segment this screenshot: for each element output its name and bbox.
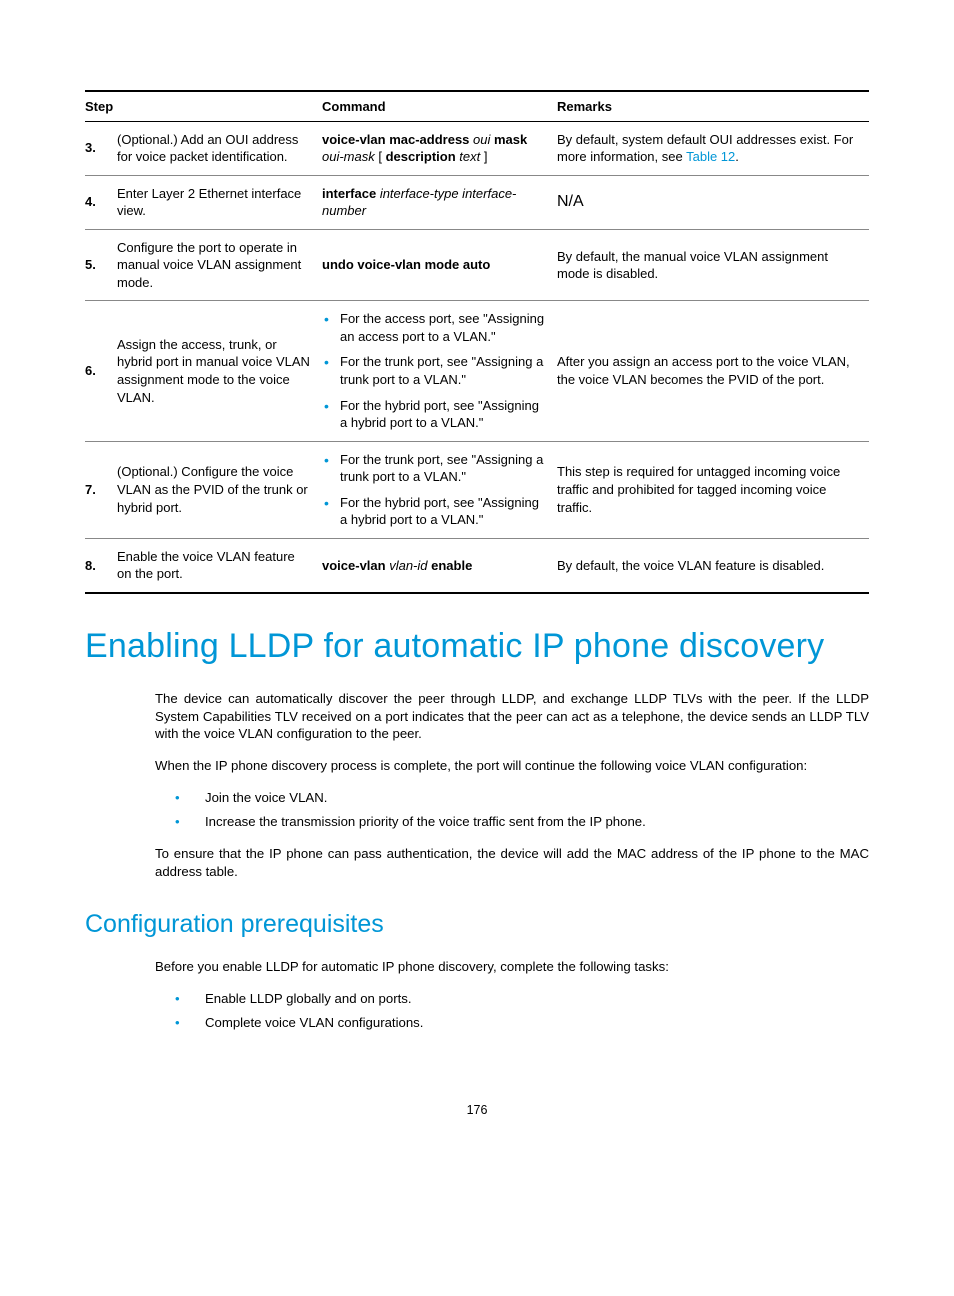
step-command: voice-vlan vlan-id enable	[322, 538, 557, 593]
page-number: 176	[85, 1102, 869, 1119]
list-item: Enable LLDP globally and on ports.	[175, 990, 869, 1008]
list-item: For the access port, see "Assigning an a…	[322, 310, 547, 345]
list-item: Join the voice VLAN.	[175, 789, 869, 807]
list-item: For the trunk port, see "Assigning a tru…	[322, 451, 547, 486]
step-desc: Enter Layer 2 Ethernet interface view.	[117, 175, 322, 229]
table-row: 3. (Optional.) Add an OUI address for vo…	[85, 121, 869, 175]
step-desc: Assign the access, trunk, or hybrid port…	[117, 301, 322, 441]
body-paragraph: Before you enable LLDP for automatic IP …	[85, 958, 869, 976]
table-row: 8. Enable the voice VLAN feature on the …	[85, 538, 869, 593]
body-list: Join the voice VLAN. Increase the transm…	[85, 789, 869, 831]
col-command: Command	[322, 91, 557, 121]
list-item: For the trunk port, see "Assigning a tru…	[322, 353, 547, 388]
step-number: 6.	[85, 301, 117, 441]
list-item: Complete voice VLAN configurations.	[175, 1014, 869, 1032]
step-remarks: By default, the manual voice VLAN assign…	[557, 229, 869, 301]
section-heading: Enabling LLDP for automatic IP phone dis…	[85, 624, 869, 670]
command-list: For the access port, see "Assigning an a…	[322, 310, 547, 431]
step-remarks: N/A	[557, 175, 869, 229]
step-remarks: By default, the voice VLAN feature is di…	[557, 538, 869, 593]
step-remarks: After you assign an access port to the v…	[557, 301, 869, 441]
col-step: Step	[85, 91, 322, 121]
command-list: For the trunk port, see "Assigning a tru…	[322, 451, 547, 529]
list-item: For the hybrid port, see "Assigning a hy…	[322, 397, 547, 432]
step-command: interface interface-type interface-numbe…	[322, 175, 557, 229]
body-list: Enable LLDP globally and on ports. Compl…	[85, 990, 869, 1032]
step-command: undo voice-vlan mode auto	[322, 229, 557, 301]
step-command: voice-vlan mac-address oui mask oui-mask…	[322, 121, 557, 175]
step-number: 4.	[85, 175, 117, 229]
body-paragraph: The device can automatically discover th…	[85, 690, 869, 743]
step-number: 5.	[85, 229, 117, 301]
step-number: 3.	[85, 121, 117, 175]
steps-table: Step Command Remarks 3. (Optional.) Add …	[85, 90, 869, 594]
table-row: 7. (Optional.) Configure the voice VLAN …	[85, 441, 869, 538]
step-desc: Configure the port to operate in manual …	[117, 229, 322, 301]
subsection-heading: Configuration prerequisites	[85, 908, 869, 942]
list-item: For the hybrid port, see "Assigning a hy…	[322, 494, 547, 529]
body-paragraph: To ensure that the IP phone can pass aut…	[85, 845, 869, 881]
table-link[interactable]: Table 12	[686, 149, 735, 164]
step-remarks: This step is required for untagged incom…	[557, 441, 869, 538]
step-number: 8.	[85, 538, 117, 593]
step-remarks: By default, system default OUI addresses…	[557, 121, 869, 175]
table-header-row: Step Command Remarks	[85, 91, 869, 121]
table-row: 4. Enter Layer 2 Ethernet interface view…	[85, 175, 869, 229]
step-desc: (Optional.) Add an OUI address for voice…	[117, 121, 322, 175]
step-command: For the access port, see "Assigning an a…	[322, 301, 557, 441]
step-desc: (Optional.) Configure the voice VLAN as …	[117, 441, 322, 538]
table-row: 6. Assign the access, trunk, or hybrid p…	[85, 301, 869, 441]
list-item: Increase the transmission priority of th…	[175, 813, 869, 831]
step-desc: Enable the voice VLAN feature on the por…	[117, 538, 322, 593]
col-remarks: Remarks	[557, 91, 869, 121]
body-paragraph: When the IP phone discovery process is c…	[85, 757, 869, 775]
step-command: For the trunk port, see "Assigning a tru…	[322, 441, 557, 538]
step-number: 7.	[85, 441, 117, 538]
table-row: 5. Configure the port to operate in manu…	[85, 229, 869, 301]
